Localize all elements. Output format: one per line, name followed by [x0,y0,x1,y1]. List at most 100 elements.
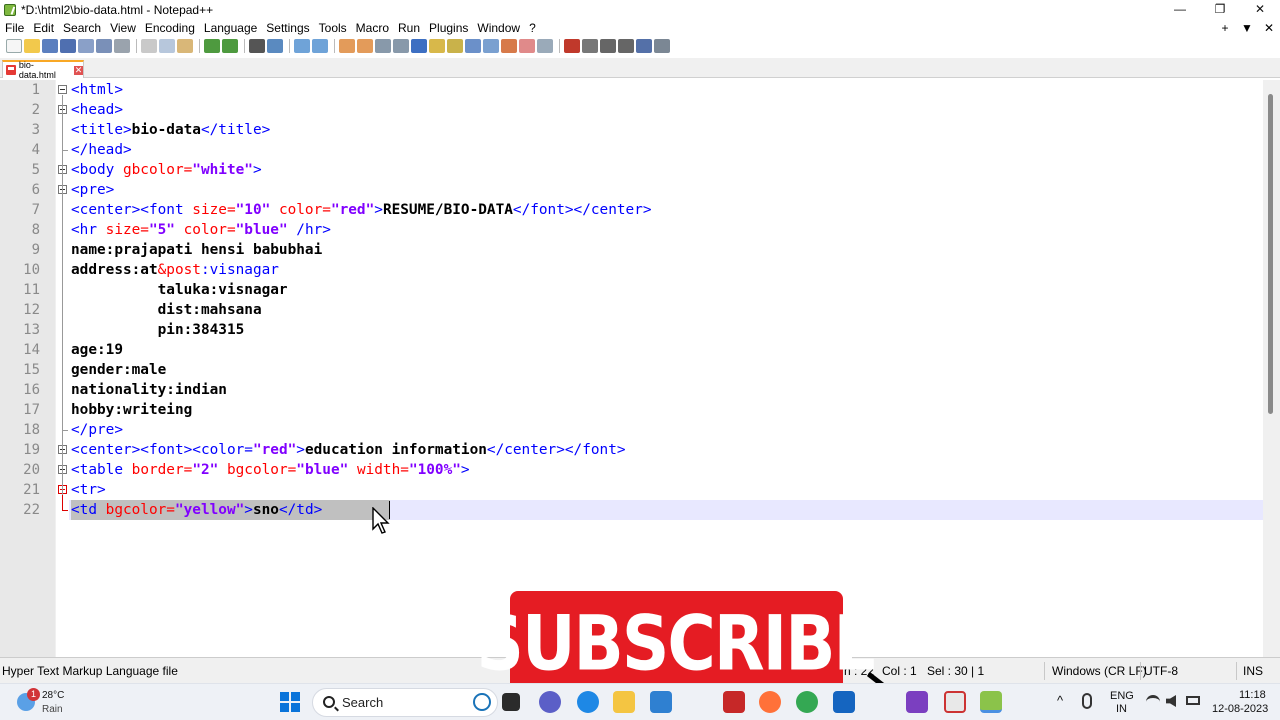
close-button[interactable]: ✕ [1240,0,1280,19]
status-encoding[interactable]: UTF-8 [1144,658,1178,684]
notepadpp-taskbar-icon[interactable] [980,691,1002,713]
close-file-icon[interactable] [78,39,94,53]
lang-bottom[interactable]: IN [1116,703,1127,715]
menu-view[interactable]: View [105,19,140,37]
clock-time[interactable]: 11:18 [1239,689,1266,701]
redo-icon[interactable] [222,39,238,53]
plugin-icon[interactable] [654,39,670,53]
eraser-icon[interactable] [519,39,535,53]
file-explorer-icon[interactable] [613,691,635,713]
menu-encoding[interactable]: Encoding [140,19,199,37]
code-token: > [252,162,262,178]
zoom-out-icon[interactable] [312,39,328,53]
status-mode[interactable]: INS [1243,658,1263,684]
fold-end-marker [62,150,68,151]
record-macro-icon[interactable] [564,39,580,53]
search-icon [323,696,335,708]
save-icon[interactable] [42,39,58,53]
indent-guide-icon[interactable] [411,39,427,53]
open-file-icon[interactable] [24,39,40,53]
udl-icon[interactable] [447,39,463,53]
scrollbar-thumb[interactable] [1268,94,1273,414]
minimize-button[interactable]: — [1160,0,1200,19]
mcafee-icon[interactable] [723,691,745,713]
vertical-scrollbar[interactable] [1263,80,1280,657]
cut-icon[interactable] [141,39,157,53]
wrap-icon[interactable] [375,39,391,53]
code-line: <pre> [71,180,114,200]
menu-file[interactable]: File [0,19,28,37]
menu-edit[interactable]: Edit [28,19,58,37]
line-number: 2 [31,102,40,118]
new-tab-button[interactable]: + [1214,19,1236,37]
folder-workspace-icon[interactable] [483,39,499,53]
restore-button[interactable]: ❐ [1200,0,1240,19]
sync-h-icon[interactable] [357,39,373,53]
copy-icon[interactable] [159,39,175,53]
code-token: <table [71,462,132,478]
menu-plugins[interactable]: Plugins [424,19,472,37]
tab-list-button[interactable]: ▼ [1236,19,1258,37]
toolbar [0,37,1280,55]
code-line: <title>bio-data</title> [71,120,270,140]
doc-map-icon[interactable] [429,39,445,53]
zoom-in-icon[interactable] [294,39,310,53]
close-doc-button[interactable]: ✕ [1258,19,1280,37]
run-macro-multiple-icon[interactable] [618,39,634,53]
fold-toggle-icon[interactable] [58,85,67,94]
lang-top[interactable]: ENG [1110,690,1134,702]
battery-icon[interactable] [1186,696,1200,705]
code-token: color= [270,202,331,218]
undo-icon[interactable] [204,39,220,53]
find-icon[interactable] [249,39,265,53]
show-symbols-icon[interactable] [393,39,409,53]
play-macro-icon[interactable] [600,39,616,53]
menu-tools[interactable]: Tools [314,19,351,37]
menu-window[interactable]: Window [472,19,524,37]
tab-bar: bio-data.html ✕ [0,58,1280,80]
new-file-icon[interactable] [6,39,22,53]
print-icon[interactable] [114,39,130,53]
volume-icon[interactable] [1166,695,1176,707]
menu-macro[interactable]: Macro [351,19,393,37]
store-icon[interactable] [650,691,672,713]
chrome-icon[interactable] [796,691,818,713]
menu-help[interactable]: ? [524,19,540,37]
menu-run[interactable]: Run [393,19,424,37]
clock-date[interactable]: 12-08-2023 [1212,703,1268,715]
tab-bio-data[interactable]: bio-data.html ✕ [2,60,84,80]
taskbar-search[interactable]: Search [312,688,498,717]
code-token: <center><font><color= [71,442,253,458]
save-macro-icon[interactable] [636,39,652,53]
close-all-icon[interactable] [96,39,112,53]
code-token: size= [105,222,149,238]
wifi-icon[interactable] [1146,695,1160,705]
save-all-icon[interactable] [60,39,76,53]
app-icon[interactable] [833,691,855,713]
bing-icon[interactable] [473,693,491,711]
snipping-tool-icon[interactable] [944,691,966,713]
status-eol[interactable]: Windows (CR LF) [1052,658,1147,684]
code-editor[interactable]: <html> <head> <title>bio-data</title> </hea… [0,80,1280,657]
teams-chat-icon[interactable] [539,691,561,713]
sync-v-icon[interactable] [339,39,355,53]
visual-studio-icon[interactable] [906,691,928,713]
start-button[interactable] [280,692,300,712]
edge-icon[interactable] [577,691,599,713]
microphone-icon[interactable] [1082,693,1092,709]
status-filetype: Hyper Text Markup Language file [2,664,178,678]
view-icon[interactable] [537,39,553,53]
menu-settings[interactable]: Settings [261,19,313,37]
task-view-icon[interactable] [502,693,520,711]
menu-language[interactable]: Language [199,19,261,37]
firefox-icon[interactable] [759,691,781,713]
weather-widget[interactable]: 1 28°C Rain [14,687,134,718]
tab-close-icon[interactable]: ✕ [74,65,84,75]
menu-search[interactable]: Search [58,19,105,37]
tray-overflow-chevron[interactable]: ^ [1057,693,1063,708]
monitor-icon[interactable] [501,39,517,53]
replace-icon[interactable] [267,39,283,53]
function-list-icon[interactable] [465,39,481,53]
stop-macro-icon[interactable] [582,39,598,53]
paste-icon[interactable] [177,39,193,53]
